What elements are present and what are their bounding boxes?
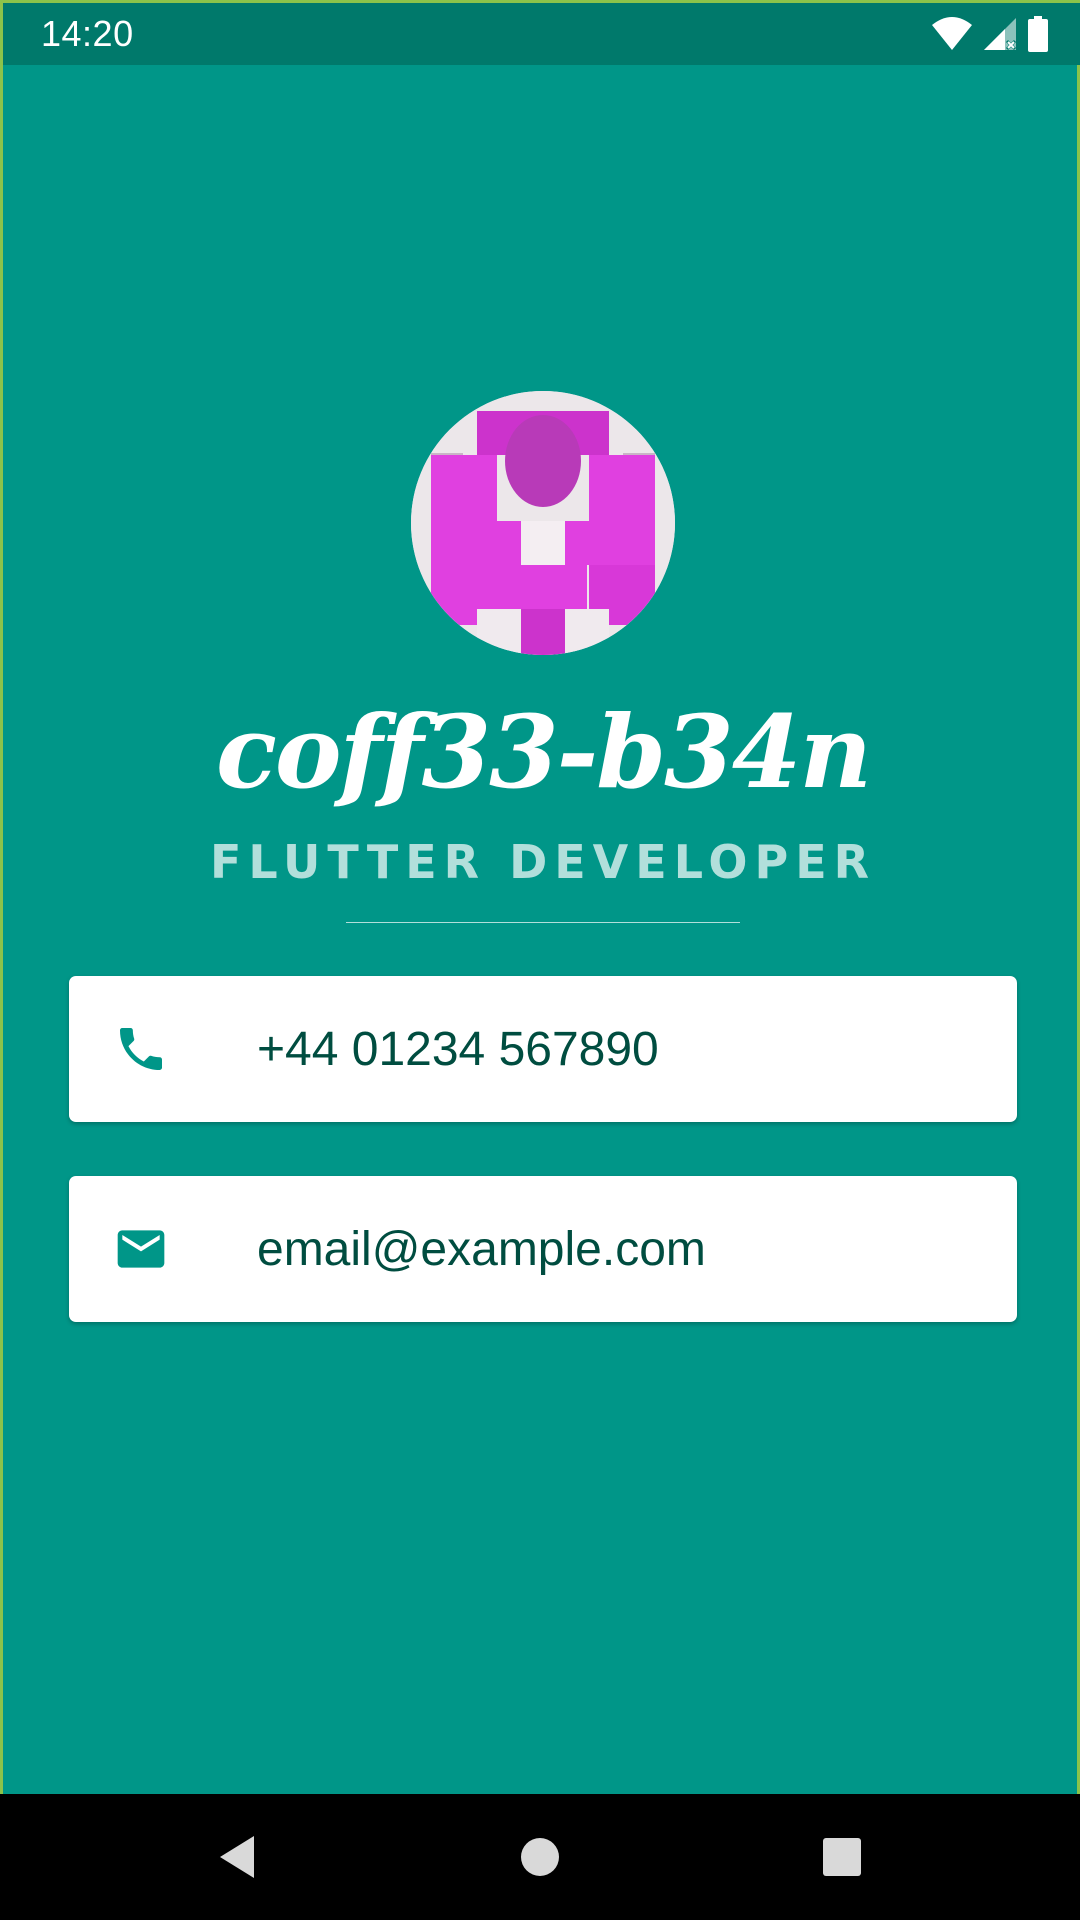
status-bar: 14:20 (3, 3, 1080, 65)
wifi-icon (931, 17, 973, 51)
back-icon[interactable] (214, 1832, 264, 1882)
divider (346, 922, 740, 923)
navigation-bar (0, 1794, 1080, 1920)
home-icon[interactable] (515, 1832, 565, 1882)
signal-icon (983, 17, 1017, 51)
email-address: email@example.com (257, 1223, 706, 1276)
phone-number: +44 01234 567890 (257, 1023, 659, 1076)
battery-icon (1027, 16, 1049, 52)
email-icon (113, 1221, 169, 1277)
status-time: 14:20 (41, 13, 134, 54)
profile-title: FLUTTER DEVELOPER (209, 835, 877, 889)
avatar (411, 391, 675, 655)
app-screen: 14:20 coff33-b34n FLUTTER DEVELOPER +44 … (0, 0, 1080, 1920)
phone-card[interactable]: +44 01234 567890 (69, 976, 1017, 1122)
status-icons (931, 15, 1049, 53)
profile-name: coff33-b34n (215, 693, 872, 811)
phone-icon (113, 1021, 169, 1077)
recents-icon[interactable] (817, 1832, 867, 1882)
email-card[interactable]: email@example.com (69, 1176, 1017, 1322)
